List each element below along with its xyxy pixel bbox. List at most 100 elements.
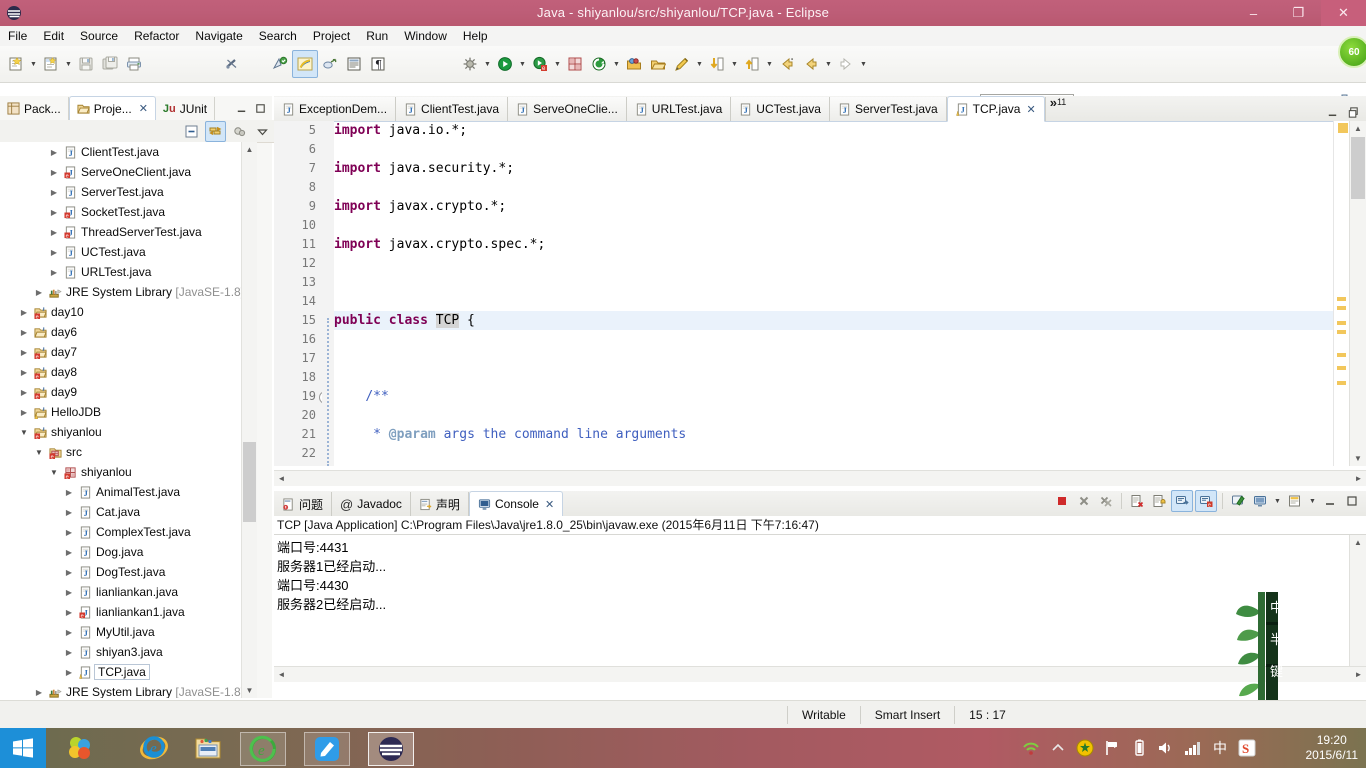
show-console-on-output-icon[interactable] xyxy=(1171,490,1193,512)
back-dropdown-arrow[interactable]: ▼ xyxy=(823,51,834,77)
tree-item[interactable]: ▶ Je ServeOneClient.java xyxy=(0,162,257,182)
coverage-dropdown-arrow[interactable]: ▼ xyxy=(552,51,563,77)
expand-arrow-closed-icon[interactable]: ▶ xyxy=(17,402,31,422)
restore-icon[interactable] xyxy=(1347,106,1360,119)
print-icon[interactable] xyxy=(122,51,146,77)
note-editor-icon[interactable] xyxy=(304,732,350,766)
new-class-dropdown-arrow[interactable]: ▼ xyxy=(63,51,74,77)
overview-marker[interactable] xyxy=(1337,321,1346,325)
menu-search[interactable]: Search xyxy=(251,26,305,46)
menu-edit[interactable]: Edit xyxy=(35,26,72,46)
new-wizard-icon[interactable] xyxy=(4,51,28,77)
code-line[interactable]: import javax.crypto.*; xyxy=(334,197,1344,216)
expand-arrow-closed-icon[interactable]: ▶ xyxy=(17,362,31,382)
editor-vertical-scrollbar[interactable]: ▲ ▼ xyxy=(1349,121,1366,466)
expand-arrow-closed-icon[interactable]: ▶ xyxy=(62,482,76,502)
pin-console-icon[interactable] xyxy=(1228,491,1248,511)
code-line[interactable]: import java.io.*; xyxy=(334,121,1344,140)
code-line[interactable]: import javax.crypto.spec.*; xyxy=(334,235,1344,254)
windows-media-icon[interactable] xyxy=(58,732,102,764)
tree-item[interactable]: ▼ e src xyxy=(0,442,257,462)
next-annotation-icon[interactable] xyxy=(705,51,729,77)
expand-arrow-closed-icon[interactable]: ▶ xyxy=(47,182,61,202)
tree-item[interactable]: ▶ JRE System Library [JavaSE-1.8] xyxy=(0,282,257,302)
expand-arrow-open-icon[interactable]: ▼ xyxy=(47,462,61,482)
screen-recorder-badge[interactable]: 60 xyxy=(1338,36,1366,68)
tree-item[interactable]: ▶ Je ThreadServerTest.java xyxy=(0,222,257,242)
scroll-right-arrow[interactable]: ► xyxy=(1351,670,1366,679)
clear-console-icon[interactable] xyxy=(1127,491,1147,511)
search-dropdown-arrow[interactable]: ▼ xyxy=(694,51,705,77)
tree-item[interactable]: ▼ e shiyanlou xyxy=(0,462,257,482)
overview-marker[interactable] xyxy=(1337,381,1346,385)
eclipse-icon[interactable] xyxy=(368,732,414,766)
editor-tab[interactable]: J ServerTest.java xyxy=(829,97,947,121)
expand-arrow-closed-icon[interactable]: ▶ xyxy=(62,602,76,622)
link-with-editor-icon[interactable] xyxy=(205,120,226,142)
tree-item[interactable]: ▶ J URLTest.java xyxy=(0,262,257,282)
next-dropdown-arrow[interactable]: ▼ xyxy=(729,51,740,77)
battery-icon[interactable] xyxy=(1130,739,1148,757)
code-line[interactable] xyxy=(334,254,1344,273)
scroll-up-arrow[interactable]: ▲ xyxy=(1350,535,1366,550)
show-console-on-error-icon[interactable]: e xyxy=(1195,490,1217,512)
expand-arrow-closed-icon[interactable]: ▶ xyxy=(47,262,61,282)
editor-tab[interactable]: J ClientTest.java xyxy=(396,97,509,121)
search-icon[interactable] xyxy=(670,51,694,77)
tab-problems[interactable]: 问题 xyxy=(274,492,333,516)
close-icon[interactable]: ✕ xyxy=(545,498,554,511)
close-icon[interactable]: ✕ xyxy=(1026,103,1035,116)
open-type-icon[interactable] xyxy=(342,51,366,77)
tab-declaration[interactable]: 声明 xyxy=(411,492,469,516)
tree-item[interactable]: ▶ Jlianliankan.java xyxy=(0,582,257,602)
expand-arrow-closed-icon[interactable]: ▶ xyxy=(32,682,46,698)
expand-arrow-open-icon[interactable]: ▼ xyxy=(32,442,46,462)
expand-arrow-closed-icon[interactable]: ▶ xyxy=(62,502,76,522)
file-explorer-icon[interactable] xyxy=(186,732,230,764)
tab-junit[interactable]: Ju JUnit xyxy=(156,97,216,120)
tree-item[interactable]: ▶ HelloJDB xyxy=(0,402,257,422)
expand-arrow-closed-icon[interactable]: ▶ xyxy=(62,582,76,602)
project-tree[interactable]: ▶ J ClientTest.java ▶ Je ServeOneClient.java ▶… xyxy=(0,142,257,698)
tree-item[interactable]: ▶ J ClientTest.java xyxy=(0,142,257,162)
external-tools-dropdown-arrow[interactable]: ▼ xyxy=(611,51,622,77)
scroll-right-arrow[interactable]: ► xyxy=(1351,474,1366,483)
show-whitespace-icon[interactable]: ¶ xyxy=(366,51,390,77)
terminate-icon[interactable] xyxy=(1052,491,1072,511)
console-horizontal-scrollbar[interactable]: ◄ ► xyxy=(274,666,1366,682)
tree-item[interactable]: ▶ e day7 xyxy=(0,342,257,362)
expand-arrow-closed-icon[interactable]: ▶ xyxy=(47,242,61,262)
expand-arrow-closed-icon[interactable]: ▶ xyxy=(62,622,76,642)
expand-arrow-open-icon[interactable]: ▼ xyxy=(17,422,31,442)
remove-launch-icon[interactable] xyxy=(1074,491,1094,511)
scroll-left-arrow[interactable]: ◄ xyxy=(274,670,289,679)
run-icon[interactable] xyxy=(493,51,517,77)
tree-item[interactable]: ▶ Je lianliankan1.java xyxy=(0,602,257,622)
code-line[interactable] xyxy=(334,216,1344,235)
overview-marker[interactable] xyxy=(1337,297,1346,301)
editor-folding-bar[interactable] xyxy=(322,121,334,466)
sogou-input-icon[interactable]: S xyxy=(1238,739,1256,757)
close-icon[interactable]: ✕ xyxy=(139,102,148,115)
editor-overview-ruler[interactable] xyxy=(1333,121,1350,466)
tree-item[interactable]: ▶ J AnimalTest.java xyxy=(0,482,257,502)
new-java-class-icon[interactable] xyxy=(39,51,63,77)
minimize-icon[interactable] xyxy=(1320,491,1340,511)
code-line[interactable] xyxy=(334,292,1344,311)
code-line[interactable]: * @param args the command line arguments xyxy=(334,425,1344,444)
tab-javadoc[interactable]: @ Javadoc xyxy=(332,492,411,516)
menu-file[interactable]: File xyxy=(0,26,35,46)
external-tools-icon[interactable] xyxy=(587,51,611,77)
tree-item[interactable]: ▼ e shiyanlou xyxy=(0,422,257,442)
expand-arrow-closed-icon[interactable]: ▶ xyxy=(62,522,76,542)
display-selected-console-icon[interactable] xyxy=(1250,491,1270,511)
code-line[interactable] xyxy=(334,406,1344,425)
show-hidden-icons-arrow[interactable] xyxy=(1049,739,1067,757)
close-button[interactable]: ✕ xyxy=(1321,0,1366,26)
code-line[interactable] xyxy=(334,178,1344,197)
minimize-button[interactable]: – xyxy=(1231,0,1276,26)
editor-code-content[interactable]: import java.io.*; import java.security.*… xyxy=(334,121,1344,466)
maximize-icon[interactable] xyxy=(1342,491,1362,511)
open-type-search-icon[interactable] xyxy=(622,51,646,77)
open-console-icon[interactable] xyxy=(1285,491,1305,511)
